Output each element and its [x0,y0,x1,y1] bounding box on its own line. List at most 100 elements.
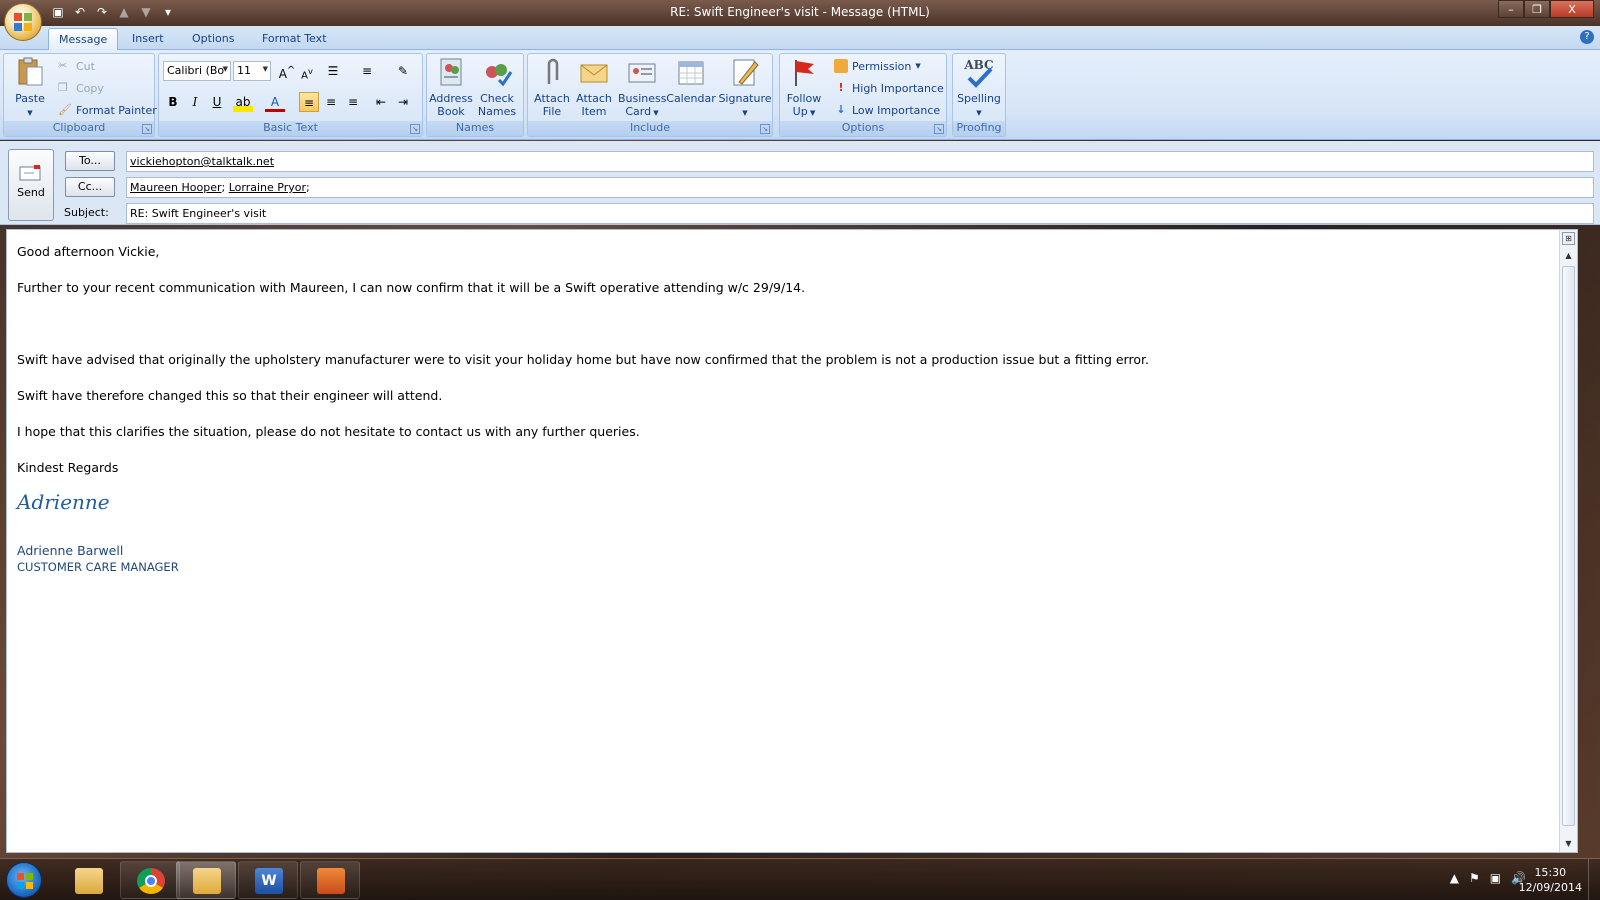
high-importance-button[interactable]: ! High Importance [834,78,944,98]
taskbar: W ▲ ⚑ ▣ 🔊 15:30 12/09/2014 [0,858,1600,900]
low-importance-button[interactable]: ↓ Low Importance [834,100,940,120]
signature-name: Adrienne Barwell [17,543,124,558]
align-left-button[interactable]: ≡ [299,92,319,112]
follow-up-button[interactable]: Follow Up ▼ [782,56,826,120]
font-color-button[interactable]: A [265,92,285,112]
system-tray: ▲ ⚑ ▣ 🔊 [1450,871,1526,885]
bullets-button[interactable]: ☰ [323,61,343,81]
italic-button[interactable]: I [185,92,205,112]
increase-indent-button[interactable]: ⇥ [393,92,413,112]
basic-text-dialog-launcher[interactable]: ↘ [410,124,420,134]
spell-check-icon: ABC [963,56,995,88]
low-importance-label: Low Importance [852,103,941,117]
styles-button[interactable]: ✎ [393,61,413,81]
cc-recipient[interactable]: Lorraine Pryor [229,181,306,194]
options-dialog-launcher[interactable]: ↘ [934,124,944,134]
clock[interactable]: 15:30 12/09/2014 [1519,865,1582,895]
scroll-down-icon[interactable]: ▼ [1560,836,1577,852]
chevron-down-icon: ▼ [262,65,268,73]
attach-item-button[interactable]: Attach Item [572,56,616,120]
names-group: Address Book Check Names Names [426,53,524,137]
to-button[interactable]: To... [65,151,115,171]
close-button[interactable]: X [1550,0,1594,18]
scroll-up-icon[interactable]: ▲ [1560,248,1577,264]
include-group-label: Include [528,121,772,136]
permission-button[interactable]: Permission ▼ [834,56,921,76]
check-names-label-1: Check [480,92,514,105]
send-button[interactable]: Send [8,149,54,221]
taskbar-outlook[interactable] [176,861,236,899]
down-arrow-icon: ↓ [836,103,846,116]
to-recipient[interactable]: vickiehopton@talktalk.net [130,155,274,168]
vertical-scrollbar[interactable]: ⊞ ▲ ▼ [1559,230,1577,852]
address-book-button[interactable]: Address Book [429,56,473,120]
check-names-icon [486,64,513,87]
taskbar-contacts[interactable] [300,861,360,899]
help-icon[interactable]: ? [1580,30,1594,44]
highlight-button[interactable]: ab [233,92,253,112]
font-name-combo[interactable]: Calibri (Bo ▼ [163,61,231,81]
business-card-icon [628,63,656,83]
chrome-icon [137,868,165,894]
permission-label: Permission [852,59,912,73]
font-size-combo[interactable]: 11 ▼ [233,61,271,81]
bold-button[interactable]: B [163,92,183,112]
spelling-button[interactable]: ABC Spelling ▼ [957,56,1001,120]
numbering-button[interactable]: ≡ [357,61,377,81]
show-hidden-icons-icon[interactable]: ▲ [1450,871,1459,885]
cc-button[interactable]: Cc... [65,177,115,197]
signature-icon [733,59,759,86]
cc-field[interactable]: Maureen Hooper; Lorraine Pryor; [126,177,1594,198]
scrollbar-thumb[interactable] [1562,266,1575,826]
greeting-line: Good afternoon Vickie, [17,244,160,259]
permission-icon [834,59,848,73]
format-painter-button[interactable]: 🖌 Format Painter [58,100,157,120]
subject-field[interactable]: RE: Swift Engineer's visit [126,203,1594,224]
subject-label: Subject: [64,206,109,219]
ruler-toggle-icon[interactable]: ⊞ [1562,232,1575,245]
tab-message[interactable]: Message [48,28,119,50]
paste-button[interactable]: Paste ▼ [8,56,52,120]
grow-font-button[interactable]: A^ [277,61,297,81]
restore-button[interactable]: ❐ [1524,0,1550,18]
show-desktop-button[interactable] [1588,859,1600,900]
align-center-button[interactable]: ≡ [321,92,341,112]
start-button[interactable] [6,862,42,898]
check-names-button[interactable]: Check Names [475,56,519,120]
tab-format-text[interactable]: Format Text [252,28,337,50]
business-card-button[interactable]: Business Card ▼ [618,56,667,120]
office-button[interactable] [4,3,42,41]
paintbrush-icon: 🖌 [58,103,72,116]
tab-options[interactable]: Options [182,28,244,50]
clipboard-dialog-launcher[interactable]: ↘ [142,124,152,134]
attach-item-label-2: Item [581,105,607,118]
network-icon[interactable]: ▣ [1490,871,1501,885]
taskbar-word[interactable]: W [238,861,298,899]
body-paragraph: Swift have advised that originally the u… [17,352,1149,367]
font-size-value: 11 [237,64,251,77]
taskbar-explorer[interactable] [58,861,118,899]
closing-line: Kindest Regards [17,460,119,475]
action-center-flag-icon[interactable]: ⚑ [1469,871,1480,885]
calendar-button[interactable]: Calendar [666,56,716,120]
high-importance-label: High Importance [852,81,944,95]
underline-button[interactable]: U [207,92,227,112]
to-field[interactable]: vickiehopton@talktalk.net [126,151,1594,172]
shrink-font-button[interactable]: Av [297,61,317,81]
signature-button[interactable]: Signature ▼ [718,56,772,120]
taskbar-chrome[interactable] [120,861,180,899]
cc-recipient[interactable]: Maureen Hooper [130,181,222,194]
decrease-indent-button[interactable]: ⇤ [371,92,391,112]
body-paragraph: Further to your recent communication wit… [17,280,806,295]
include-dialog-launcher[interactable]: ↘ [760,124,770,134]
align-right-button[interactable]: ≡ [343,92,363,112]
minimize-button[interactable]: – [1498,0,1524,18]
word-icon: W [255,868,283,894]
clipboard-group: Paste ▼ ✂ Cut ❐ Copy 🖌 Format Painter Clipbo… [3,53,157,137]
office-logo-icon [14,13,34,33]
tab-insert[interactable]: Insert [122,28,174,50]
message-body[interactable]: Good afternoon Vickie, Further to your r… [6,229,1578,853]
attach-file-button[interactable]: Attach File [530,56,574,120]
copy-button[interactable]: ❐ Copy [58,78,104,98]
cut-button[interactable]: ✂ Cut [58,56,95,76]
